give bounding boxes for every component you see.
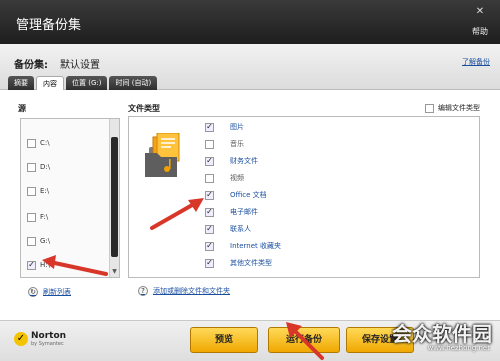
window-title: 管理备份集 [16, 18, 82, 33]
file-type-row[interactable]: ✓ Internet 收藏夹 [205, 240, 281, 252]
norton-brand: Norton [31, 331, 67, 341]
annotation-arrow-run-backup [286, 322, 324, 360]
file-type-row[interactable]: 视频 [205, 172, 244, 184]
file-types-title: 文件类型 [128, 104, 160, 113]
file-type-checkbox[interactable]: ✓ [205, 224, 214, 234]
drive-checkbox[interactable] [27, 186, 36, 196]
source-title: 源 [18, 104, 26, 113]
scrollbar-thumb[interactable] [111, 137, 118, 257]
file-type-row[interactable]: 音乐 [205, 138, 244, 150]
preview-button[interactable]: 预览 [190, 327, 258, 353]
tab-location[interactable]: 位置 (G:) [66, 76, 108, 90]
edit-file-types-checkbox[interactable] [425, 103, 434, 113]
drive-label: G:\ [40, 237, 51, 245]
drive-checkbox[interactable] [27, 162, 36, 172]
backup-set-label: 备份集: [14, 60, 48, 71]
file-type-checkbox[interactable] [205, 139, 214, 149]
norton-brand-sub: by Symantec [31, 341, 64, 347]
drive-checkbox[interactable]: ✓ [27, 260, 36, 270]
drive-checkbox[interactable] [27, 138, 36, 148]
scroll-down-icon[interactable]: ▼ [111, 268, 118, 275]
drive-label: C:\ [40, 139, 50, 147]
file-type-checkbox[interactable]: ✓ [205, 122, 214, 132]
close-icon[interactable]: ✕ [474, 6, 486, 18]
edit-file-types-toggle[interactable]: 编辑文件类型 [425, 103, 480, 113]
refresh-list-label: 刷新列表 [43, 288, 71, 296]
file-type-checkbox[interactable]: ✓ [205, 156, 214, 166]
tab-content[interactable]: 内容 [36, 76, 64, 90]
annotation-arrow-drive-h [42, 255, 108, 276]
drive-row-f[interactable]: F:\ [27, 211, 48, 223]
help-question-icon: ? [138, 286, 148, 296]
norton-check-icon: ✓ [14, 332, 28, 346]
file-type-label: Internet 收藏夹 [230, 242, 282, 250]
file-type-row[interactable]: ✓ 图片 [205, 121, 244, 133]
tab-schedule[interactable]: 时间 (自动) [109, 76, 158, 90]
refresh-list-link[interactable]: ↻ 刷新列表 [28, 287, 71, 297]
watermark-text: 会众软件园 [392, 322, 492, 346]
file-type-row[interactable]: ✓ 财务文件 [205, 155, 258, 167]
title-bar: 管理备份集 ✕ 帮助 [0, 0, 500, 44]
annotation-arrow-office [150, 198, 204, 230]
file-type-checkbox[interactable]: ✓ [205, 207, 214, 217]
norton-logo: ✓ Norton by Symantec [14, 331, 66, 347]
tab-bar: 摘要 内容 位置 (G:) 时间 (自动) [8, 76, 158, 90]
drive-label: E:\ [40, 187, 50, 195]
add-remove-files-link[interactable]: ? 添加或删除文件和文件夹 [138, 286, 230, 296]
learn-backup-link[interactable]: 了解备份 [462, 57, 490, 67]
file-type-label: 联系人 [230, 225, 251, 233]
file-type-checkbox[interactable]: ✓ [205, 241, 214, 251]
drive-label: F:\ [40, 213, 49, 221]
file-type-label: 电子邮件 [230, 208, 258, 216]
file-type-label: Office 文档 [230, 191, 267, 199]
file-type-checkbox[interactable]: ✓ [205, 258, 214, 268]
drive-row-g[interactable]: G:\ [27, 235, 50, 247]
file-type-label: 音乐 [230, 140, 244, 148]
file-type-checkbox[interactable]: ✓ [205, 190, 214, 200]
drive-label: D:\ [40, 163, 51, 171]
file-type-label: 视频 [230, 174, 244, 182]
tab-summary[interactable]: 摘要 [8, 76, 34, 90]
edit-file-types-label: 编辑文件类型 [438, 104, 480, 112]
content-panel: 源 C:\ D:\ E:\ F:\ G:\ ✓ H:\ ▼ ↻ 刷新列表 文件类… [0, 90, 500, 320]
file-type-row[interactable]: ✓ 联系人 [205, 223, 251, 235]
help-link[interactable]: 帮助 [472, 26, 488, 37]
documents-music-icon [145, 133, 180, 177]
drive-list-scrollbar[interactable]: ▼ [109, 119, 119, 277]
watermark-url: www.hezhong.net [427, 344, 491, 352]
file-type-label: 其他文件类型 [230, 259, 272, 267]
add-remove-files-label: 添加或删除文件和文件夹 [153, 287, 230, 295]
file-type-row[interactable]: ✓ Office 文档 [205, 189, 267, 201]
file-type-checkbox[interactable] [205, 173, 214, 183]
file-type-row[interactable]: ✓ 其他文件类型 [205, 257, 272, 269]
drive-row-d[interactable]: D:\ [27, 161, 50, 173]
drive-checkbox[interactable] [27, 212, 36, 222]
file-type-label: 财务文件 [230, 157, 258, 165]
file-type-row[interactable]: ✓ 电子邮件 [205, 206, 258, 218]
backup-set-name: 默认设置 [60, 60, 100, 71]
file-type-label: 图片 [230, 123, 244, 131]
refresh-icon: ↻ [28, 287, 38, 297]
drive-row-c[interactable]: C:\ [27, 137, 50, 149]
drive-checkbox[interactable] [27, 236, 36, 246]
drive-row-e[interactable]: E:\ [27, 185, 49, 197]
